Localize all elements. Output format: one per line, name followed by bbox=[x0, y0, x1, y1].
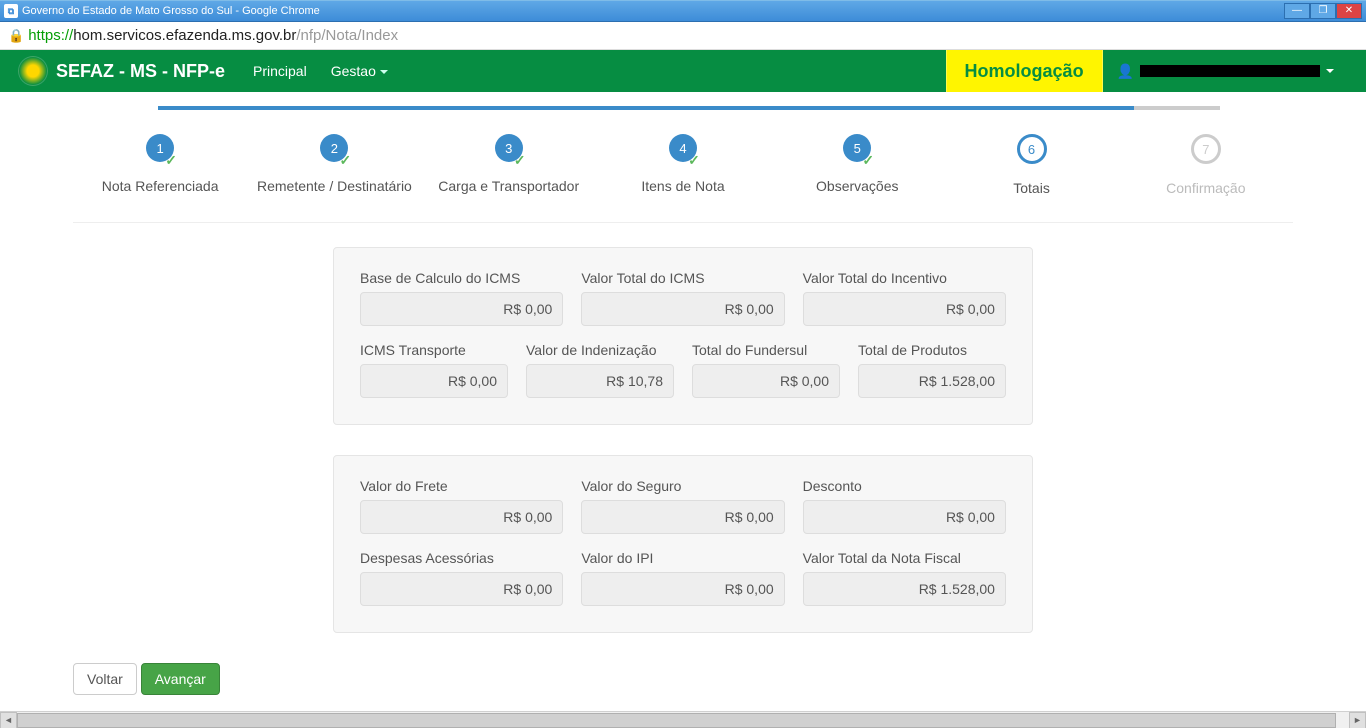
check-icon: ✓ bbox=[164, 152, 178, 166]
step-5[interactable]: 5✓ Observações bbox=[770, 134, 944, 194]
input-despesas bbox=[360, 572, 563, 606]
brand-logo bbox=[18, 56, 48, 86]
wizard-stepper: 1✓ Nota Referenciada 2✓ Remetente / Dest… bbox=[73, 92, 1293, 223]
check-icon: ✓ bbox=[687, 152, 701, 166]
label-despesas: Despesas Acessórias bbox=[360, 550, 563, 566]
input-base-icms bbox=[360, 292, 563, 326]
step-line-pending bbox=[1134, 106, 1219, 110]
input-vtotal-icms bbox=[581, 292, 784, 326]
window-maximize-button[interactable]: ❐ bbox=[1310, 3, 1336, 19]
label-frete: Valor do Frete bbox=[360, 478, 563, 494]
input-vtotal-incentivo bbox=[803, 292, 1006, 326]
url-bar[interactable]: 🔒 https://hom.servicos.efazenda.ms.gov.b… bbox=[0, 22, 1366, 50]
voltar-button[interactable]: Voltar bbox=[73, 663, 137, 695]
panel-impostos: Base de Calculo do ICMS Valor Total do I… bbox=[333, 247, 1033, 425]
step-3[interactable]: 3✓ Carga e Transportador bbox=[422, 134, 596, 194]
check-icon: ✓ bbox=[861, 152, 875, 166]
input-desconto bbox=[803, 500, 1006, 534]
scroll-left-arrow[interactable]: ◄ bbox=[0, 712, 17, 728]
input-indenizacao bbox=[526, 364, 674, 398]
window-titlebar: ⧉ Governo do Estado de Mato Grosso do Su… bbox=[0, 0, 1366, 22]
window-close-button[interactable]: ✕ bbox=[1336, 3, 1362, 19]
scroll-thumb[interactable] bbox=[17, 713, 1336, 728]
step-line-done bbox=[158, 106, 1134, 110]
input-total-produtos bbox=[858, 364, 1006, 398]
user-name-redacted bbox=[1140, 65, 1320, 77]
user-menu[interactable]: 👤 bbox=[1103, 50, 1348, 92]
nav-gestao[interactable]: Gestao bbox=[331, 63, 388, 79]
label-fundersul: Total do Fundersul bbox=[692, 342, 840, 358]
input-ipi bbox=[581, 572, 784, 606]
step-4[interactable]: 4✓ Itens de Nota bbox=[596, 134, 770, 194]
label-base-icms: Base de Calculo do ICMS bbox=[360, 270, 563, 286]
brand-title: SEFAZ - MS - NFP-e bbox=[56, 61, 225, 82]
url-scheme: https:// bbox=[28, 27, 73, 44]
input-frete bbox=[360, 500, 563, 534]
url-path: /nfp/Nota/Index bbox=[296, 27, 398, 44]
chevron-down-icon bbox=[1326, 69, 1334, 73]
input-total-nota bbox=[803, 572, 1006, 606]
check-icon: ✓ bbox=[338, 152, 352, 166]
nav-principal[interactable]: Principal bbox=[253, 63, 307, 79]
horizontal-scrollbar[interactable]: ◄ ► bbox=[0, 711, 1366, 728]
check-icon: ✓ bbox=[513, 152, 527, 166]
window-minimize-button[interactable]: — bbox=[1284, 3, 1310, 19]
chrome-favicon: ⧉ bbox=[4, 4, 18, 18]
window-title: Governo do Estado de Mato Grosso do Sul … bbox=[22, 5, 320, 17]
label-vtotal-icms: Valor Total do ICMS bbox=[581, 270, 784, 286]
label-seguro: Valor do Seguro bbox=[581, 478, 784, 494]
url-host: hom.servicos.efazenda.ms.gov.br bbox=[73, 27, 296, 44]
chevron-down-icon bbox=[380, 70, 388, 74]
avancar-button[interactable]: Avançar bbox=[141, 663, 220, 695]
step-7[interactable]: 7 Confirmação bbox=[1119, 134, 1293, 196]
step-2[interactable]: 2✓ Remetente / Destinatário bbox=[247, 134, 421, 194]
panel-valores: Valor do Frete Valor do Seguro Desconto … bbox=[333, 455, 1033, 633]
step-1[interactable]: 1✓ Nota Referenciada bbox=[73, 134, 247, 194]
lock-icon: 🔒 bbox=[8, 28, 24, 44]
env-badge: Homologação bbox=[946, 50, 1103, 92]
step-6[interactable]: 6 Totais bbox=[944, 134, 1118, 196]
user-icon: 👤 bbox=[1117, 63, 1134, 80]
scroll-track[interactable] bbox=[17, 712, 1349, 728]
top-nav: SEFAZ - MS - NFP-e Principal Gestao Homo… bbox=[0, 50, 1366, 92]
input-seguro bbox=[581, 500, 784, 534]
label-total-nota: Valor Total da Nota Fiscal bbox=[803, 550, 1006, 566]
label-icms-transporte: ICMS Transporte bbox=[360, 342, 508, 358]
label-total-produtos: Total de Produtos bbox=[858, 342, 1006, 358]
scroll-right-arrow[interactable]: ► bbox=[1349, 712, 1366, 728]
input-fundersul bbox=[692, 364, 840, 398]
label-vtotal-incentivo: Valor Total do Incentivo bbox=[803, 270, 1006, 286]
input-icms-transporte bbox=[360, 364, 508, 398]
label-ipi: Valor do IPI bbox=[581, 550, 784, 566]
label-indenizacao: Valor de Indenização bbox=[526, 342, 674, 358]
label-desconto: Desconto bbox=[803, 478, 1006, 494]
